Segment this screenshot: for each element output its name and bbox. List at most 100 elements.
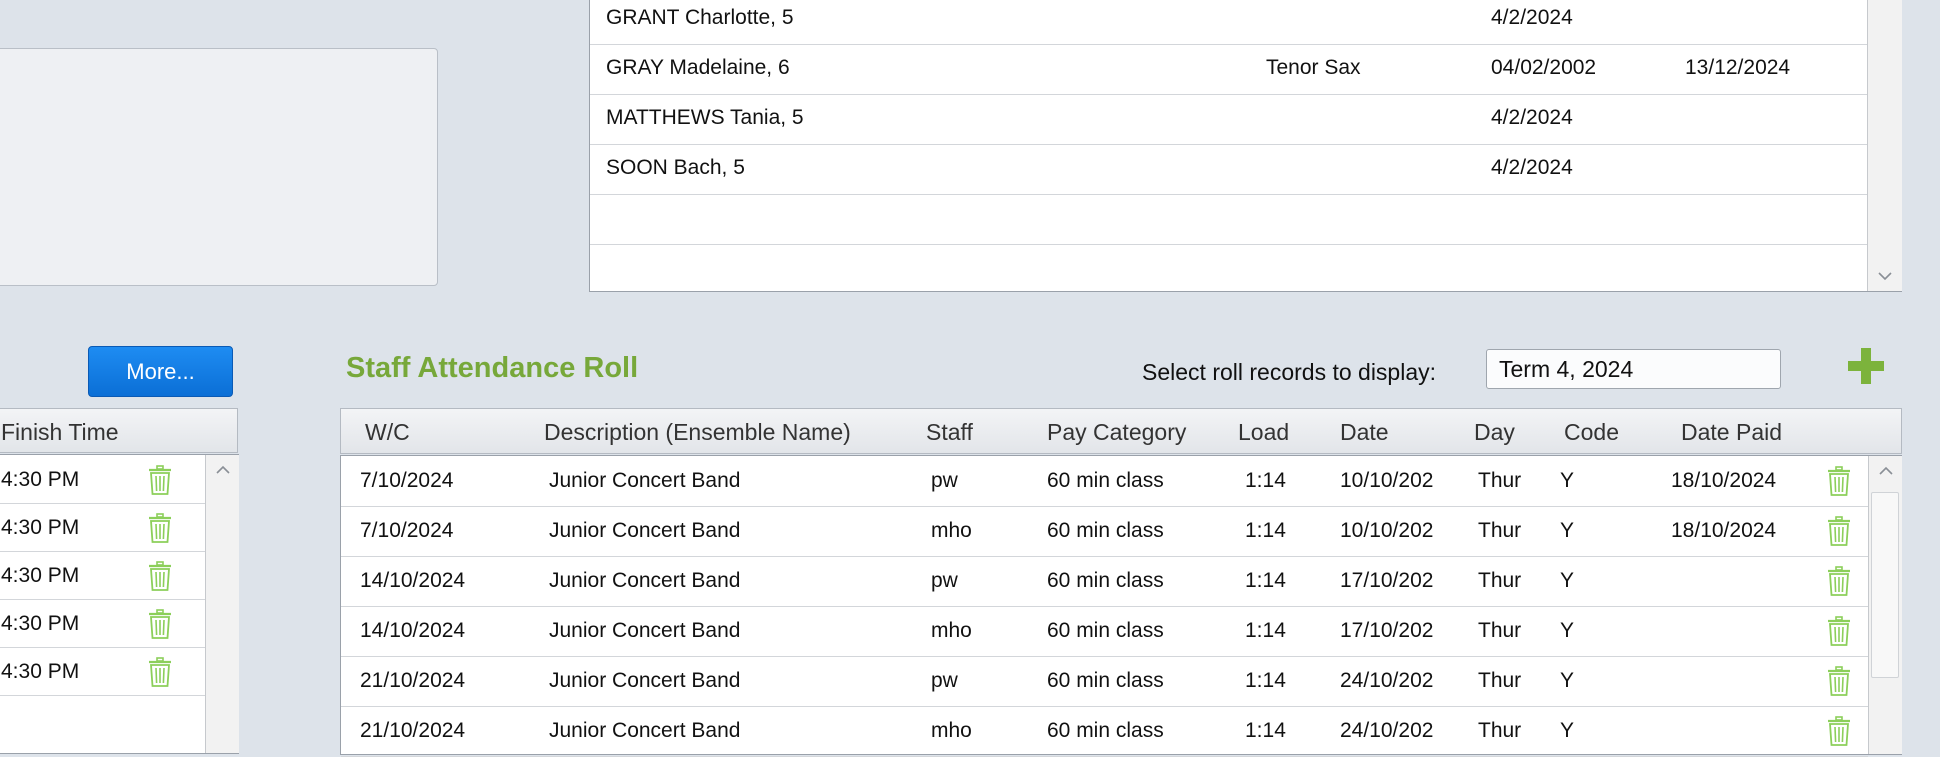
student-name: GRAY Madelaine, 6 (606, 56, 790, 79)
cell-day: Thur (1478, 719, 1522, 742)
cell-code: Y (1560, 469, 1575, 492)
student-end-date: 13/12/2024 (1685, 56, 1791, 79)
trash-icon[interactable] (1827, 466, 1851, 496)
column-header-date-paid[interactable]: Date Paid (1681, 419, 1782, 446)
list-item[interactable]: GRAY Madelaine, 6 Tenor Sax 04/02/2002 1… (590, 44, 1867, 95)
cell-day: Thur (1478, 669, 1522, 692)
cell-code: Y (1560, 669, 1575, 692)
cell-pay-category: 60 min class (1047, 719, 1164, 742)
cell-date: 10/10/202 (1340, 469, 1434, 492)
cell-day: Thur (1478, 469, 1522, 492)
roll-table-header: W/C Description (Ensemble Name) Staff Pa… (340, 408, 1902, 454)
student-list: GRANT Charlotte, 5 4/2/2024 GRAY Madelai… (589, 0, 1902, 292)
cell-code: Y (1560, 569, 1575, 592)
column-header-description[interactable]: Description (Ensemble Name) (544, 419, 851, 446)
column-header-day[interactable]: Day (1474, 419, 1515, 446)
cell-wc: 21/10/2024 (360, 719, 466, 742)
cell-staff: pw (931, 469, 958, 492)
trash-icon[interactable] (1827, 616, 1851, 646)
cell-description: Junior Concert Band (549, 619, 741, 642)
cell-wc: 7/10/2024 (360, 519, 454, 542)
term-select[interactable]: Term 4, 2024 (1486, 349, 1781, 389)
list-item[interactable]: MATTHEWS Tania, 5 4/2/2024 (590, 94, 1867, 145)
student-list-scrollbar[interactable] (1867, 0, 1902, 291)
cell-pay-category: 60 min class (1047, 569, 1164, 592)
trash-icon[interactable] (148, 465, 172, 495)
column-header-finish-time[interactable]: Finish Time (1, 419, 119, 446)
table-row[interactable]: 7/10/2024 Junior Concert Band mho 60 min… (341, 506, 1868, 557)
section-title: Staff Attendance Roll (346, 352, 639, 384)
student-instrument: Tenor Sax (1266, 56, 1361, 79)
cell-load: 1:14 (1245, 719, 1286, 742)
table-row[interactable]: 21/10/2024 Junior Concert Band mho 60 mi… (341, 706, 1868, 757)
cell-date: 24/10/202 (1340, 669, 1434, 692)
student-start-date: 4/2/2024 (1491, 6, 1573, 29)
cell-staff: mho (931, 519, 972, 542)
student-name: SOON Bach, 5 (606, 156, 745, 179)
term-select-value: Term 4, 2024 (1499, 356, 1634, 382)
table-row[interactable]: 4:30 PM (0, 599, 205, 648)
chevron-up-icon[interactable] (1869, 456, 1902, 486)
left-table-scrollbar[interactable] (205, 455, 239, 753)
roll-table: 7/10/2024 Junior Concert Band pw 60 min … (340, 455, 1902, 757)
cell-date: 17/10/202 (1340, 619, 1434, 642)
finish-time-table: 4:30 PM 4:30 PM 4:30 PM 4:30 PM 4:30 PM (0, 454, 239, 754)
trash-icon[interactable] (1827, 716, 1851, 746)
cell-load: 1:14 (1245, 619, 1286, 642)
plus-icon[interactable] (1846, 346, 1886, 386)
list-item[interactable]: GRANT Charlotte, 5 4/2/2024 (590, 0, 1867, 45)
chevron-up-icon[interactable] (206, 455, 239, 485)
scroll-thumb[interactable] (1871, 492, 1899, 678)
table-row[interactable]: 4:30 PM (0, 503, 205, 552)
notes-panel[interactable] (0, 48, 438, 286)
trash-icon[interactable] (1827, 516, 1851, 546)
finish-time: 4:30 PM (1, 564, 80, 587)
list-item-empty (590, 244, 1867, 294)
cell-description: Junior Concert Band (549, 569, 741, 592)
column-header-staff[interactable]: Staff (926, 419, 973, 446)
table-row[interactable]: 14/10/2024 Junior Concert Band mho 60 mi… (341, 606, 1868, 657)
list-item-empty (590, 194, 1867, 245)
cell-code: Y (1560, 719, 1575, 742)
column-header-load[interactable]: Load (1238, 419, 1289, 446)
trash-icon[interactable] (1827, 566, 1851, 596)
column-header-date[interactable]: Date (1340, 419, 1389, 446)
cell-date-paid: 18/10/2024 (1671, 469, 1777, 492)
column-header-wc[interactable]: W/C (365, 419, 410, 446)
cell-staff: pw (931, 569, 958, 592)
column-header-code[interactable]: Code (1564, 419, 1619, 446)
table-row[interactable]: 4:30 PM (0, 455, 205, 504)
finish-time: 4:30 PM (1, 516, 80, 539)
table-row[interactable]: 14/10/2024 Junior Concert Band pw 60 min… (341, 556, 1868, 607)
cell-pay-category: 60 min class (1047, 619, 1164, 642)
chevron-down-icon[interactable] (1868, 261, 1902, 291)
table-row[interactable]: 4:30 PM (0, 551, 205, 600)
trash-icon[interactable] (148, 609, 172, 639)
list-item[interactable]: SOON Bach, 5 4/2/2024 (590, 144, 1867, 195)
roll-table-scrollbar[interactable] (1868, 456, 1902, 754)
student-name: MATTHEWS Tania, 5 (606, 106, 804, 129)
cell-day: Thur (1478, 519, 1522, 542)
cell-wc: 7/10/2024 (360, 469, 454, 492)
cell-pay-category: 60 min class (1047, 669, 1164, 692)
cell-code: Y (1560, 619, 1575, 642)
cell-date: 17/10/202 (1340, 569, 1434, 592)
cell-load: 1:14 (1245, 469, 1286, 492)
left-table-header: Finish Time (0, 408, 238, 453)
student-name: GRANT Charlotte, 5 (606, 6, 794, 29)
trash-icon[interactable] (148, 513, 172, 543)
trash-icon[interactable] (148, 561, 172, 591)
table-row[interactable]: 21/10/2024 Junior Concert Band pw 60 min… (341, 656, 1868, 707)
cell-wc: 14/10/2024 (360, 619, 466, 642)
cell-date: 24/10/202 (1340, 719, 1434, 742)
cell-wc: 21/10/2024 (360, 669, 466, 692)
trash-icon[interactable] (148, 657, 172, 687)
table-row[interactable]: 7/10/2024 Junior Concert Band pw 60 min … (341, 456, 1868, 507)
trash-icon[interactable] (1827, 666, 1851, 696)
more-button[interactable]: More... (88, 346, 233, 397)
student-start-date: 4/2/2024 (1491, 106, 1573, 129)
cell-day: Thur (1478, 619, 1522, 642)
column-header-pay-category[interactable]: Pay Category (1047, 419, 1186, 446)
table-row[interactable]: 4:30 PM (0, 647, 205, 696)
finish-time: 4:30 PM (1, 660, 80, 683)
